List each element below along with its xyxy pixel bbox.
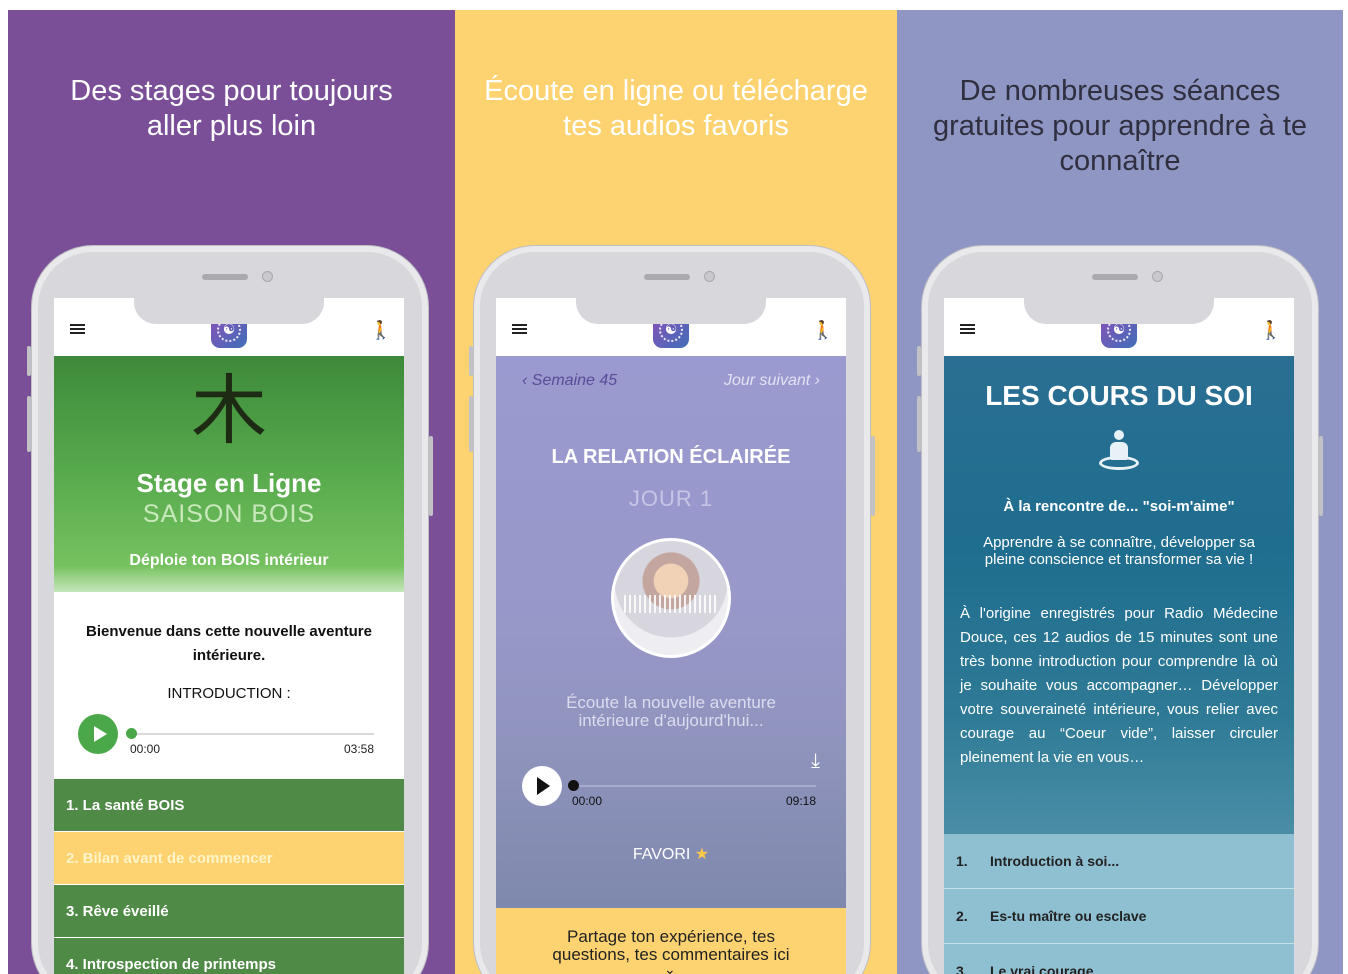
phone-side-button (469, 396, 473, 452)
headline-line: tes audios favoris (563, 110, 789, 142)
phone-side-button (27, 396, 31, 452)
panel-stages: Des stages pour toujours aller plus loin… (8, 10, 455, 974)
list-item[interactable]: 3. Le vrai courage (944, 944, 1294, 974)
list-item[interactable]: 2. Es-tu maître ou esclave (944, 889, 1294, 944)
time-elapsed: 00:00 (572, 794, 603, 808)
headline-line: aller plus loin (146, 110, 317, 142)
headline-line: gratuites pour apprendre à te (932, 110, 1308, 142)
favorite-label: FAVORI (632, 846, 691, 863)
meditating-man-image (611, 538, 731, 658)
audio-player: 00:00 09:18 (496, 766, 846, 816)
sound-wave-graphic (624, 595, 718, 613)
stage-title: Stage en Ligne (136, 468, 322, 498)
share-banner[interactable]: Partage ton expérience, tes questions, t… (496, 908, 846, 974)
stage-hero: 木 Stage en Ligne SAISON BOIS Déploie ton… (54, 356, 404, 592)
session-view: ‹ Semaine 45 Jour suivant › LA RELATION … (496, 356, 846, 908)
session-description: Écoute la nouvelle aventure intérieure d… (566, 693, 776, 730)
phone-side-button (871, 436, 875, 516)
list-item[interactable]: 1. La santé BOIS (54, 779, 404, 832)
progress-knob[interactable] (126, 728, 137, 739)
progress-track[interactable] (574, 785, 816, 787)
phone-side-button (917, 346, 921, 376)
headline-line: Écoute en ligne ou télécharge (484, 75, 868, 107)
phone-side-button (429, 436, 433, 516)
headline-line: De nombreuses séances (959, 75, 1281, 107)
course-intro: LES COURS DU SOI À la rencontre de... "s… (944, 356, 1294, 834)
phone-camera (262, 271, 273, 282)
headline: Des stages pour toujours aller plus loin (8, 74, 455, 144)
intro-label: INTRODUCTION : (167, 685, 291, 702)
person-icon[interactable]: 🚶 (812, 320, 834, 341)
course-description: À l'origine enregistrés pour Radio Médec… (960, 605, 1278, 766)
time-total: 03:58 (343, 742, 374, 756)
previous-week-link[interactable]: ‹ Semaine 45 (522, 372, 617, 390)
course-subtitle: À la rencontre de... "soi-m'aime" (1003, 498, 1235, 515)
course-list: 1. Introduction à soi... 2. Es-tu maître… (944, 834, 1294, 974)
phone-speaker (1092, 274, 1138, 280)
audio-player: 00:00 03:58 (54, 714, 404, 764)
list-item[interactable]: 3. Rêve éveillé (54, 885, 404, 938)
person-icon[interactable]: 🚶 (1260, 320, 1282, 341)
progress-track[interactable] (132, 733, 374, 735)
share-text: Partage ton expérience, tes questions, t… (552, 927, 790, 964)
phone-frame: ☯ 🚶 LES COURS DU SOI À la rencontre de..… (917, 245, 1323, 974)
favorite-button[interactable]: FAVORI ★ (496, 844, 846, 864)
phone-screen: ☯ 🚶 LES COURS DU SOI À la rencontre de..… (944, 298, 1294, 974)
chevron-down-icon[interactable]: ⌄ (664, 962, 676, 974)
list-item[interactable]: 1. Introduction à soi... (944, 834, 1294, 889)
phone-side-button (469, 346, 473, 376)
list-item[interactable]: 2. Bilan avant de commencer (54, 832, 404, 885)
time-total: 09:18 (785, 794, 816, 808)
list-item[interactable]: 4. Introspection de printemps (54, 938, 404, 974)
progress-knob[interactable] (568, 780, 579, 791)
person-icon[interactable]: 🚶 (370, 320, 392, 341)
phone-notch (576, 298, 766, 324)
phone-side-button (1319, 436, 1323, 516)
course-lead: Apprendre à se connaître, développer sa … (983, 534, 1255, 568)
session-day: JOUR 1 (628, 486, 714, 511)
phone-speaker (202, 274, 248, 280)
star-icon: ★ (694, 844, 710, 863)
phone-side-button (27, 346, 31, 376)
play-button[interactable] (522, 766, 562, 806)
hamburger-menu-icon[interactable] (960, 324, 975, 334)
welcome-text: Bienvenue dans cette nouvelle aventure i… (86, 623, 372, 664)
lesson-list: 1. La santé BOIS 2. Bilan avant de comme… (54, 779, 404, 974)
headline-line: connaître (1059, 145, 1181, 177)
hamburger-menu-icon[interactable] (70, 324, 85, 334)
phone-frame: ☯ 🚶 木 Stage en Ligne SAISON BOIS Déploie… (27, 245, 433, 974)
stage-season: SAISON BOIS (142, 500, 316, 528)
headline: De nombreuses séances gratuites pour app… (897, 74, 1343, 179)
panel-free-sessions: De nombreuses séances gratuites pour app… (897, 10, 1343, 974)
play-button[interactable] (78, 714, 118, 754)
session-title: LA RELATION ÉCLAIRÉE (551, 446, 791, 468)
phone-screen: ☯ 🚶 木 Stage en Ligne SAISON BOIS Déploie… (54, 298, 404, 974)
phone-screen: ☯ 🚶 ‹ Semaine 45 Jour suivant › LA RELAT… (496, 298, 846, 974)
next-day-link[interactable]: Jour suivant › (724, 372, 820, 390)
phone-camera (1152, 271, 1163, 282)
headline-line: Des stages pour toujours (70, 75, 393, 107)
meditation-icon (1097, 430, 1141, 474)
phone-notch (134, 298, 324, 324)
wood-kanji: 木 (191, 366, 267, 455)
course-title: LES COURS DU SOI (985, 380, 1253, 411)
panel-audio: Écoute en ligne ou télécharge tes audios… (455, 10, 897, 974)
phone-camera (704, 271, 715, 282)
time-elapsed: 00:00 (130, 742, 161, 756)
phone-frame: ☯ 🚶 ‹ Semaine 45 Jour suivant › LA RELAT… (469, 245, 875, 974)
hamburger-menu-icon[interactable] (512, 324, 527, 334)
phone-notch (1024, 298, 1214, 324)
phone-side-button (917, 396, 921, 452)
stage-tagline: Déploie ton BOIS intérieur (129, 552, 329, 569)
phone-speaker (644, 274, 690, 280)
headline: Écoute en ligne ou télécharge tes audios… (455, 74, 897, 144)
